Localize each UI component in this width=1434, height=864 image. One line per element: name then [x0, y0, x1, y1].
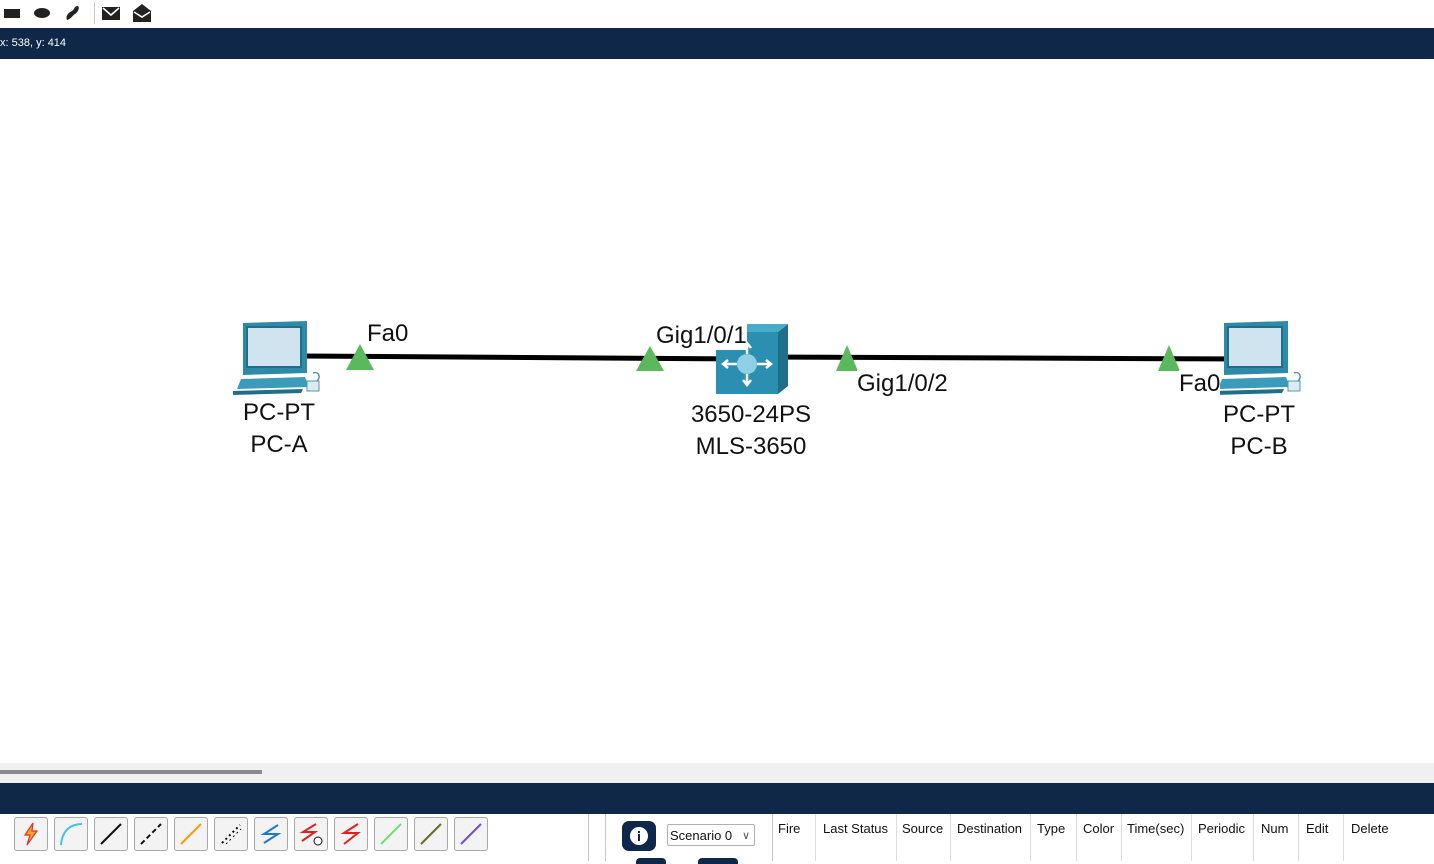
- device-name: PC-B: [1230, 433, 1288, 460]
- new-scenario-button[interactable]: [636, 858, 666, 864]
- device-model: PC-PT: [243, 399, 315, 426]
- device-model: PC-PT: [1223, 401, 1295, 428]
- column-header[interactable]: Destination: [957, 821, 1022, 836]
- info-icon[interactable]: [622, 821, 656, 851]
- column-divider: [1121, 814, 1122, 861]
- column-header[interactable]: Type: [1037, 821, 1065, 836]
- column-header[interactable]: Source: [902, 821, 943, 836]
- rectangle-icon[interactable]: [1, 2, 23, 24]
- coaxial-icon[interactable]: [254, 817, 288, 851]
- drawing-toolbar: [0, 0, 1434, 28]
- coordinates-bar: x: 538, y: 414: [0, 28, 1434, 59]
- complex-pdu-icon[interactable]: [131, 2, 153, 24]
- column-header[interactable]: Time(sec): [1127, 821, 1184, 836]
- freeform-icon[interactable]: [61, 2, 83, 24]
- horizontal-scrollbar[interactable]: [0, 763, 1434, 783]
- device-label-mls[interactable]: 3650-24PS MLS-3650: [676, 399, 826, 463]
- device-label-pc-a[interactable]: PC-PT PC-A: [226, 397, 332, 461]
- copper-cross-over-icon[interactable]: [134, 817, 168, 851]
- octal-cable-icon[interactable]: [374, 817, 408, 851]
- iot-custom-cable-icon[interactable]: [414, 817, 448, 851]
- automatic-connection-icon[interactable]: [14, 817, 48, 851]
- column-header[interactable]: Fire: [778, 821, 800, 836]
- port-label-pca-fa0: Fa0: [367, 320, 409, 348]
- bottom-panel: Scenario 0 ∨ Fire Last Status Source Des…: [0, 814, 1434, 864]
- port-label-mls-gig1-0-2: Gig1/0/2: [857, 370, 948, 398]
- column-header[interactable]: Num: [1261, 821, 1288, 836]
- column-header[interactable]: Delete: [1351, 821, 1389, 836]
- pdu-list-table: Fire Last Status Source Destination Type…: [772, 814, 1434, 861]
- serial-dce-icon[interactable]: [294, 817, 328, 851]
- pc-icon[interactable]: [1214, 321, 1301, 395]
- column-divider: [815, 814, 816, 861]
- toolbar-separator: [94, 2, 95, 24]
- usb-cable-icon[interactable]: [454, 817, 488, 851]
- column-divider: [896, 814, 897, 861]
- column-divider: [1076, 814, 1077, 861]
- scenario-panel: Scenario 0 ∨: [605, 814, 773, 864]
- device-label-pc-b[interactable]: PC-PT PC-B: [1206, 399, 1312, 463]
- simple-pdu-icon[interactable]: [100, 2, 122, 24]
- phone-cable-icon[interactable]: [214, 817, 248, 851]
- logical-workspace[interactable]: Fa0 Gig1/0/1 Gig1/0/2 Fa0 PC-PT PC-A 365…: [0, 59, 1434, 763]
- chevron-down-icon: ∨: [741, 830, 750, 842]
- device-model: 3650-24PS: [690, 401, 812, 428]
- fiber-icon[interactable]: [174, 817, 208, 851]
- column-divider: [1191, 814, 1192, 861]
- device-name: MLS-3650: [695, 433, 807, 460]
- scrollbar-thumb[interactable]: [0, 770, 262, 774]
- ellipse-icon[interactable]: [31, 2, 53, 24]
- column-header[interactable]: Edit: [1306, 821, 1328, 836]
- copper-straight-through-icon[interactable]: [94, 817, 128, 851]
- pc-icon[interactable]: [233, 321, 320, 395]
- delete-scenario-button[interactable]: [698, 858, 738, 864]
- port-label-pcb-fa0: Fa0: [1179, 370, 1221, 398]
- port-label-mls-gig1-0-1: Gig1/0/1: [656, 322, 747, 350]
- column-header[interactable]: Color: [1083, 821, 1114, 836]
- column-header[interactable]: Last Status: [823, 821, 888, 836]
- device-type-bar: [0, 783, 1434, 814]
- column-divider: [1298, 814, 1299, 861]
- serial-dte-icon[interactable]: [334, 817, 368, 851]
- console-cable-icon[interactable]: [54, 817, 88, 851]
- cursor-coordinates: x: 538, y: 414: [0, 37, 67, 49]
- column-header[interactable]: Periodic: [1198, 821, 1245, 836]
- column-divider: [1343, 814, 1344, 861]
- column-divider: [1253, 814, 1254, 861]
- connections-panel: [0, 814, 589, 861]
- scenario-value: Scenario 0: [670, 828, 733, 843]
- device-name: PC-A: [250, 431, 308, 458]
- column-divider: [1030, 814, 1031, 861]
- column-divider: [950, 814, 951, 861]
- scenario-select[interactable]: Scenario 0 ∨: [667, 824, 755, 846]
